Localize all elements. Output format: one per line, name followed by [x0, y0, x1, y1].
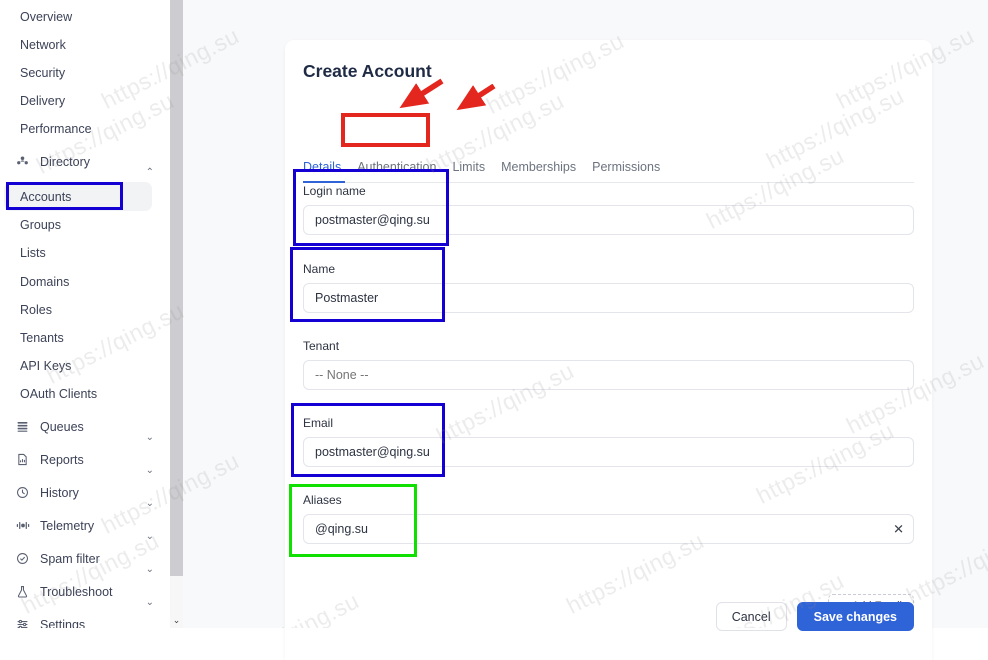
- sidebar-item-label: Security: [20, 65, 66, 80]
- field-name: Name: [303, 262, 914, 313]
- tenant-input[interactable]: [303, 360, 914, 390]
- tab-limits[interactable]: Limits: [444, 160, 493, 182]
- sidebar-item-label: Performance: [20, 121, 92, 136]
- sidebar-group-telemetry[interactable]: Telemetry ⌄: [0, 509, 170, 542]
- field-tenant: Tenant: [303, 339, 914, 390]
- reports-icon: [14, 453, 31, 466]
- sidebar-group-directory[interactable]: Directory ⌃: [0, 145, 170, 178]
- sidebar-scrollbar-thumb[interactable]: [170, 0, 183, 576]
- sidebar-item-label: Domains: [20, 274, 70, 289]
- sidebar-group-settings[interactable]: Settings: [0, 608, 170, 628]
- create-account-card: Create Account Details Authentication Li…: [285, 40, 932, 660]
- sidebar-group-queues[interactable]: Queues ⌄: [0, 410, 170, 443]
- card-footer: Cancel Save changes: [715, 602, 914, 631]
- login-name-label: Login name: [303, 184, 366, 198]
- name-input[interactable]: [303, 283, 914, 313]
- scrollbar-down-arrow-icon[interactable]: ⌄: [170, 612, 183, 628]
- field-aliases: Aliases ✕: [303, 493, 914, 544]
- sidebar-item-label: Telemetry: [40, 518, 95, 533]
- sidebar-item-label: API Keys: [20, 358, 72, 373]
- sidebar-group-history[interactable]: History ⌄: [0, 476, 170, 509]
- sidebar-item-label: Lists: [20, 245, 46, 260]
- tab-bar: Details Authentication Limits Membership…: [303, 160, 668, 182]
- chevron-down-icon[interactable]: ⌄: [146, 433, 154, 443]
- sidebar-item-label: Groups: [20, 217, 61, 232]
- telemetry-icon: [14, 519, 31, 532]
- tab-memberships[interactable]: Memberships: [493, 160, 584, 182]
- chevron-down-icon[interactable]: ⌄: [146, 499, 154, 509]
- sidebar-item-label: Queues: [40, 419, 84, 434]
- sidebar-item-label: History: [40, 485, 79, 500]
- tab-authentication[interactable]: Authentication: [349, 160, 444, 182]
- sidebar-item-label: Delivery: [20, 93, 66, 108]
- tenant-label: Tenant: [303, 339, 340, 353]
- field-login-name: Login name: [303, 184, 914, 235]
- sidebar-item-label: Tenants: [20, 330, 64, 345]
- sidebar-item-label: Troubleshoot: [40, 584, 113, 599]
- sidebar-group-spam-filter[interactable]: Spam filter ⌄: [0, 542, 170, 575]
- sidebar-item-label: Network: [20, 37, 66, 52]
- troubleshoot-icon: [14, 585, 31, 598]
- tab-divider: [303, 182, 914, 183]
- save-changes-button[interactable]: Save changes: [796, 602, 914, 631]
- sidebar-item-performance[interactable]: Performance: [0, 112, 170, 145]
- sidebar-item-oauth-clients[interactable]: OAuth Clients: [0, 377, 170, 410]
- queues-icon: [14, 420, 31, 433]
- aliases-input[interactable]: [303, 514, 914, 544]
- name-label: Name: [303, 262, 336, 276]
- tab-details[interactable]: Details: [303, 160, 349, 182]
- sidebar-item-label: Reports: [40, 452, 84, 467]
- directory-icon: [14, 155, 31, 168]
- settings-icon: [14, 618, 31, 628]
- sidebar-item-label: Settings: [40, 617, 86, 629]
- sidebar-group-troubleshoot[interactable]: Troubleshoot ⌄: [0, 575, 170, 608]
- active-tab-underline: [303, 181, 345, 183]
- chevron-down-icon[interactable]: ⌄: [146, 565, 154, 575]
- sidebar: Overview Network Security Delivery Perfo…: [0, 0, 170, 628]
- email-input[interactable]: [303, 437, 914, 467]
- chevron-down-icon[interactable]: ⌄: [146, 532, 154, 542]
- chevron-down-icon[interactable]: ⌄: [146, 598, 154, 608]
- sidebar-group-reports[interactable]: Reports ⌄: [0, 443, 170, 476]
- tab-permissions[interactable]: Permissions: [584, 160, 668, 182]
- sidebar-item-label: Roles: [20, 302, 52, 317]
- spam-filter-icon: [14, 552, 31, 565]
- cancel-button[interactable]: Cancel: [715, 602, 787, 631]
- chevron-up-icon[interactable]: ⌃: [146, 168, 154, 178]
- email-label: Email: [303, 416, 334, 430]
- close-icon[interactable]: ✕: [893, 523, 904, 536]
- field-email: Email: [303, 416, 914, 467]
- sidebar-item-label: Accounts: [20, 189, 72, 204]
- aliases-label: Aliases: [303, 493, 342, 507]
- page-title: Create Account: [303, 61, 432, 81]
- sidebar-item-label: Directory: [40, 154, 91, 169]
- sidebar-item-label: Overview: [20, 9, 73, 24]
- sidebar-item-label: Spam filter: [40, 551, 100, 566]
- chevron-down-icon[interactable]: ⌄: [146, 466, 154, 476]
- history-icon: [14, 486, 31, 499]
- sidebar-item-label: OAuth Clients: [20, 386, 98, 401]
- login-name-input[interactable]: [303, 205, 914, 235]
